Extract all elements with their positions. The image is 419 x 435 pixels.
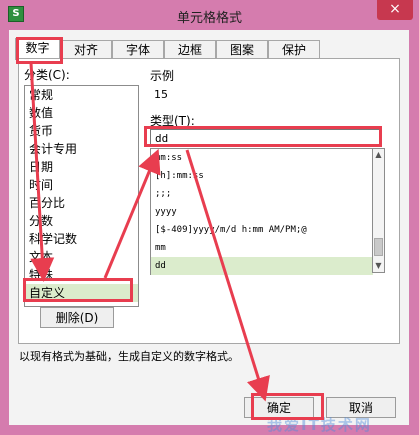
category-time[interactable]: 时间 xyxy=(25,176,138,194)
title-bar: S 单元格格式 × xyxy=(0,0,419,30)
scrollbar-thumb[interactable] xyxy=(374,238,383,256)
format-option[interactable]: [h]:mm:ss xyxy=(151,167,373,185)
type-input[interactable]: dd xyxy=(150,129,380,146)
format-cells-dialog: 数字 对齐 字体 边框 图案 保护 分类(C): 常规 数值 货币 会计专用 日… xyxy=(9,30,409,434)
category-scientific[interactable]: 科学记数 xyxy=(25,230,138,248)
close-button[interactable]: × xyxy=(377,0,413,20)
category-date[interactable]: 日期 xyxy=(25,158,138,176)
sample-value: 15 xyxy=(154,88,168,101)
watermark-text: 我爱IT技术网 xyxy=(267,416,372,434)
dialog-title: 单元格格式 xyxy=(176,11,242,26)
category-general[interactable]: 常规 xyxy=(25,86,138,104)
hint-text: 以现有格式为基础，生成自定义的数字格式。 xyxy=(19,350,239,363)
delete-button[interactable]: 删除(D) xyxy=(40,307,114,328)
tab-border[interactable]: 边框 xyxy=(164,40,216,59)
format-option[interactable]: mm xyxy=(151,239,373,257)
category-number[interactable]: 数值 xyxy=(25,104,138,122)
category-accounting[interactable]: 会计专用 xyxy=(25,140,138,158)
type-label: 类型(T): xyxy=(150,114,195,128)
tab-font[interactable]: 字体 xyxy=(112,40,164,59)
sample-label: 示例 xyxy=(150,69,175,83)
category-custom[interactable]: 自定义 xyxy=(25,284,138,302)
category-currency[interactable]: 货币 xyxy=(25,122,138,140)
format-list-scrollbar[interactable]: ▲ ▼ xyxy=(372,148,385,273)
category-special[interactable]: 特殊 xyxy=(25,266,138,284)
tab-number[interactable]: 数字 xyxy=(15,38,60,60)
format-option-selected[interactable]: dd xyxy=(151,257,373,275)
tab-pattern[interactable]: 图案 xyxy=(216,40,268,59)
category-fraction[interactable]: 分数 xyxy=(25,212,138,230)
category-percentage[interactable]: 百分比 xyxy=(25,194,138,212)
category-text[interactable]: 文本 xyxy=(25,248,138,266)
format-option[interactable]: yyyy xyxy=(151,203,373,221)
category-label: 分类(C): xyxy=(24,68,70,82)
format-option[interactable]: mm:ss xyxy=(151,149,373,167)
tab-protection[interactable]: 保护 xyxy=(268,40,320,59)
format-option[interactable]: [$-409]yyyy/m/d h:mm AM/PM;@ xyxy=(151,221,373,239)
format-option[interactable]: ;;; xyxy=(151,185,373,203)
category-list[interactable]: 常规 数值 货币 会计专用 日期 时间 百分比 分数 科学记数 文本 特殊 自定… xyxy=(24,85,139,307)
format-code-list[interactable]: mm:ss [h]:mm:ss ;;; yyyy [$-409]yyyy/m/d… xyxy=(150,148,373,275)
tab-alignment[interactable]: 对齐 xyxy=(60,40,112,59)
scroll-up-icon[interactable]: ▲ xyxy=(373,149,384,161)
scroll-down-icon[interactable]: ▼ xyxy=(373,260,384,272)
